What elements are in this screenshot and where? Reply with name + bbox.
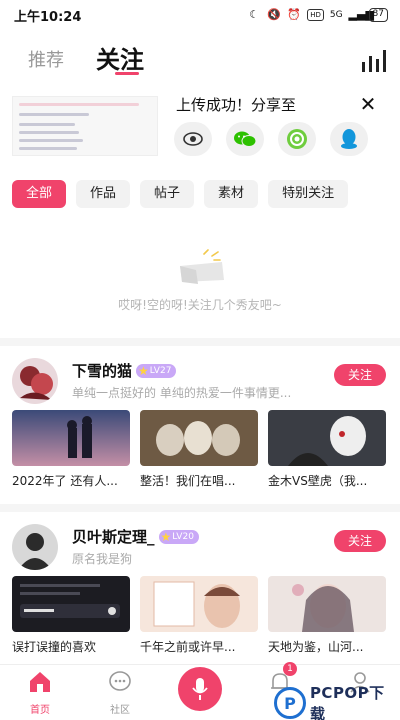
user-works: 误打误撞的喜欢 千年之前或许早... 天地为鉴，山河...: [12, 576, 388, 655]
tab-recommend[interactable]: 推荐: [28, 46, 64, 72]
username[interactable]: 贝叶斯定理_: [72, 526, 155, 547]
work-caption: 误打误撞的喜欢: [12, 640, 97, 654]
work-item[interactable]: 金木VS壁虎（我...: [268, 410, 386, 489]
empty-box-illustration: [180, 249, 224, 284]
work-thumbnail: [140, 410, 258, 466]
work-item[interactable]: 误打误撞的喜欢: [12, 576, 130, 655]
alarm-icon: ⏰: [287, 8, 302, 21]
empty-state-text: 哎呀!空的呀!关注几个秀友吧~: [118, 298, 282, 312]
username-row: 下雪的猫 ★ LV27: [72, 360, 177, 381]
watermark: P PCPOP下载: [274, 682, 400, 720]
tab-following[interactable]: 关注: [96, 40, 144, 75]
signal-icon: ▂▄▆: [348, 8, 374, 21]
nav-home-label: 首页: [30, 705, 50, 716]
moments-icon: [287, 129, 307, 149]
level-badge: ★ LV27: [136, 363, 177, 378]
avatar[interactable]: [12, 524, 58, 570]
nav-home[interactable]: 首页: [16, 669, 64, 716]
nav-community-label: 社区: [110, 705, 130, 716]
mute-icon: 🔇: [267, 8, 282, 21]
avatar[interactable]: [12, 358, 58, 404]
user-works: 2022年了 还有人... 整活！我们在唱... 金木VS壁虎（我...: [12, 410, 388, 489]
recommended-user-card: 下雪的猫 ★ LV27 单纯一点挺好的 单纯的热爱一件事情更... 关注 2022…: [0, 358, 400, 498]
status-bar: 上午10:24 ☾ 🔇 ⏰ HD 5G ▂▄▆ 87: [0, 0, 400, 30]
work-caption: 2022年了 还有人...: [12, 474, 118, 488]
moon-icon: ☾: [249, 8, 260, 21]
level-badge: ★ LV20: [158, 529, 199, 544]
work-thumbnail: [268, 410, 386, 466]
eye-icon: [183, 132, 203, 146]
level-text: LV20: [172, 531, 194, 542]
network-label: 5G: [329, 10, 343, 20]
nav-community[interactable]: 社区: [96, 669, 144, 716]
status-time: 上午10:24: [14, 9, 82, 25]
close-icon[interactable]: ✕: [356, 92, 380, 116]
record-button[interactable]: [178, 667, 222, 711]
watermark-logo: P: [274, 687, 306, 719]
share-title: 上传成功！分享至: [176, 96, 297, 114]
qq-icon: [341, 129, 357, 149]
chat-bubble-icon: [109, 671, 131, 691]
work-item[interactable]: 2022年了 还有人...: [12, 410, 130, 489]
work-caption: 千年之前或许早...: [140, 640, 236, 654]
share-view-button[interactable]: [174, 122, 212, 156]
work-item[interactable]: 天地为鉴，山河...: [268, 576, 386, 655]
upload-thumbnail: [12, 96, 158, 156]
username[interactable]: 下雪的猫: [72, 360, 132, 381]
follow-button[interactable]: 关注: [334, 530, 386, 552]
share-targets: [174, 122, 368, 156]
ranking-icon[interactable]: [360, 50, 386, 72]
section-divider: [0, 504, 400, 512]
work-thumbnail: [140, 576, 258, 632]
user-bio: 单纯一点挺好的 单纯的热爱一件事情更...: [72, 386, 292, 400]
work-caption: 整活！我们在唱...: [140, 474, 236, 488]
work-item[interactable]: 千年之前或许早...: [140, 576, 258, 655]
work-caption: 天地为鉴，山河...: [268, 640, 364, 654]
hd-icon: HD: [307, 9, 324, 21]
share-moments-button[interactable]: [278, 122, 316, 156]
section-divider: [0, 338, 400, 346]
battery-level: 87: [372, 9, 384, 19]
filter-special-follow[interactable]: 特别关注: [268, 180, 349, 208]
microphone-icon: [192, 678, 208, 700]
work-thumbnail: [268, 576, 386, 632]
status-icons: ☾ 🔇 ⏰ HD 5G ▂▄▆ 87: [247, 8, 388, 22]
filter-materials[interactable]: 素材: [204, 180, 259, 208]
user-bio: 原名我是狗: [72, 552, 133, 566]
filter-works[interactable]: 作品: [76, 180, 131, 208]
work-thumbnail: [12, 576, 130, 632]
star-icon: ★: [160, 529, 172, 544]
filter-chips: 全部 作品 帖子 素材 特别关注: [12, 180, 349, 208]
work-thumbnail: [12, 410, 130, 466]
tab-indicator: [115, 72, 139, 75]
home-icon: [30, 672, 50, 692]
level-text: LV27: [149, 365, 172, 376]
share-qq-button[interactable]: [330, 122, 368, 156]
username-row: 贝叶斯定理_ ★ LV20: [72, 526, 199, 547]
wechat-icon: [234, 131, 257, 147]
work-caption: 金木VS壁虎（我...: [268, 474, 368, 488]
notification-badge: 1: [283, 662, 297, 676]
share-wechat-button[interactable]: [226, 122, 264, 156]
top-tabs: 推荐 关注: [0, 36, 400, 84]
work-item[interactable]: 整活！我们在唱...: [140, 410, 258, 489]
battery-icon: 87: [368, 8, 388, 22]
filter-posts[interactable]: 帖子: [140, 180, 195, 208]
watermark-text: PCPOP下载: [309, 684, 385, 720]
star-icon: ★: [138, 363, 149, 378]
recommended-user-card: 贝叶斯定理_ ★ LV20 原名我是狗 关注 误打误撞的喜欢 千年之前或许早...…: [0, 524, 400, 664]
filter-all[interactable]: 全部: [12, 180, 67, 208]
follow-button[interactable]: 关注: [334, 364, 386, 386]
